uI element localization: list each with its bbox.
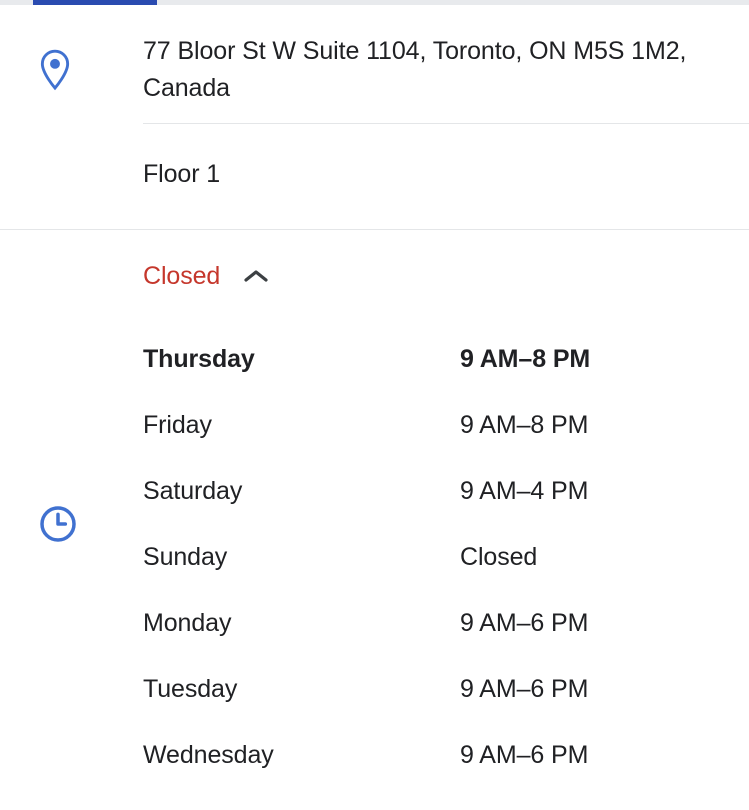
chevron-up-icon[interactable] — [242, 262, 270, 290]
clock-icon — [38, 504, 82, 544]
floor-text[interactable]: Floor 1 — [143, 124, 749, 229]
table-row: Friday 9 AM–8 PM — [143, 392, 703, 458]
hours-table: Thursday 9 AM–8 PM Friday 9 AM–8 PM Satu… — [143, 326, 703, 788]
hours-value: 9 AM–4 PM — [460, 476, 589, 505]
hours-value: 9 AM–6 PM — [460, 740, 589, 769]
day-label: Friday — [143, 410, 212, 439]
table-row: Thursday 9 AM–8 PM — [143, 326, 703, 392]
hours-header[interactable]: Closed — [143, 254, 749, 298]
hours-value: 9 AM–8 PM — [460, 344, 591, 373]
hours-table-body: Thursday 9 AM–8 PM Friday 9 AM–8 PM Satu… — [143, 326, 703, 788]
day-label: Thursday — [143, 344, 255, 373]
table-row: Sunday Closed — [143, 524, 703, 590]
status-badge: Closed — [143, 261, 221, 290]
table-row: Monday 9 AM–6 PM — [143, 590, 703, 656]
day-label: Wednesday — [143, 740, 274, 769]
hours-value: Closed — [460, 542, 538, 571]
table-row: Saturday 9 AM–4 PM — [143, 458, 703, 524]
day-label: Saturday — [143, 476, 243, 505]
table-row: Tuesday 9 AM–6 PM — [143, 656, 703, 722]
day-label: Sunday — [143, 542, 228, 571]
location-pin-icon — [38, 49, 82, 93]
day-label: Tuesday — [143, 674, 238, 703]
day-label: Monday — [143, 608, 232, 637]
hours-value: 9 AM–8 PM — [460, 410, 589, 439]
hours-value: 9 AM–6 PM — [460, 608, 589, 637]
hours-section: Closed Thursday 9 AM–8 PM Friday 9 AM–8 … — [0, 230, 749, 788]
address-section: 77 Bloor St W Suite 1104, Toronto, ON M5… — [0, 5, 749, 229]
hours-value: 9 AM–6 PM — [460, 674, 589, 703]
table-row: Wednesday 9 AM–6 PM — [143, 722, 703, 788]
address-text[interactable]: 77 Bloor St W Suite 1104, Toronto, ON M5… — [143, 33, 703, 123]
